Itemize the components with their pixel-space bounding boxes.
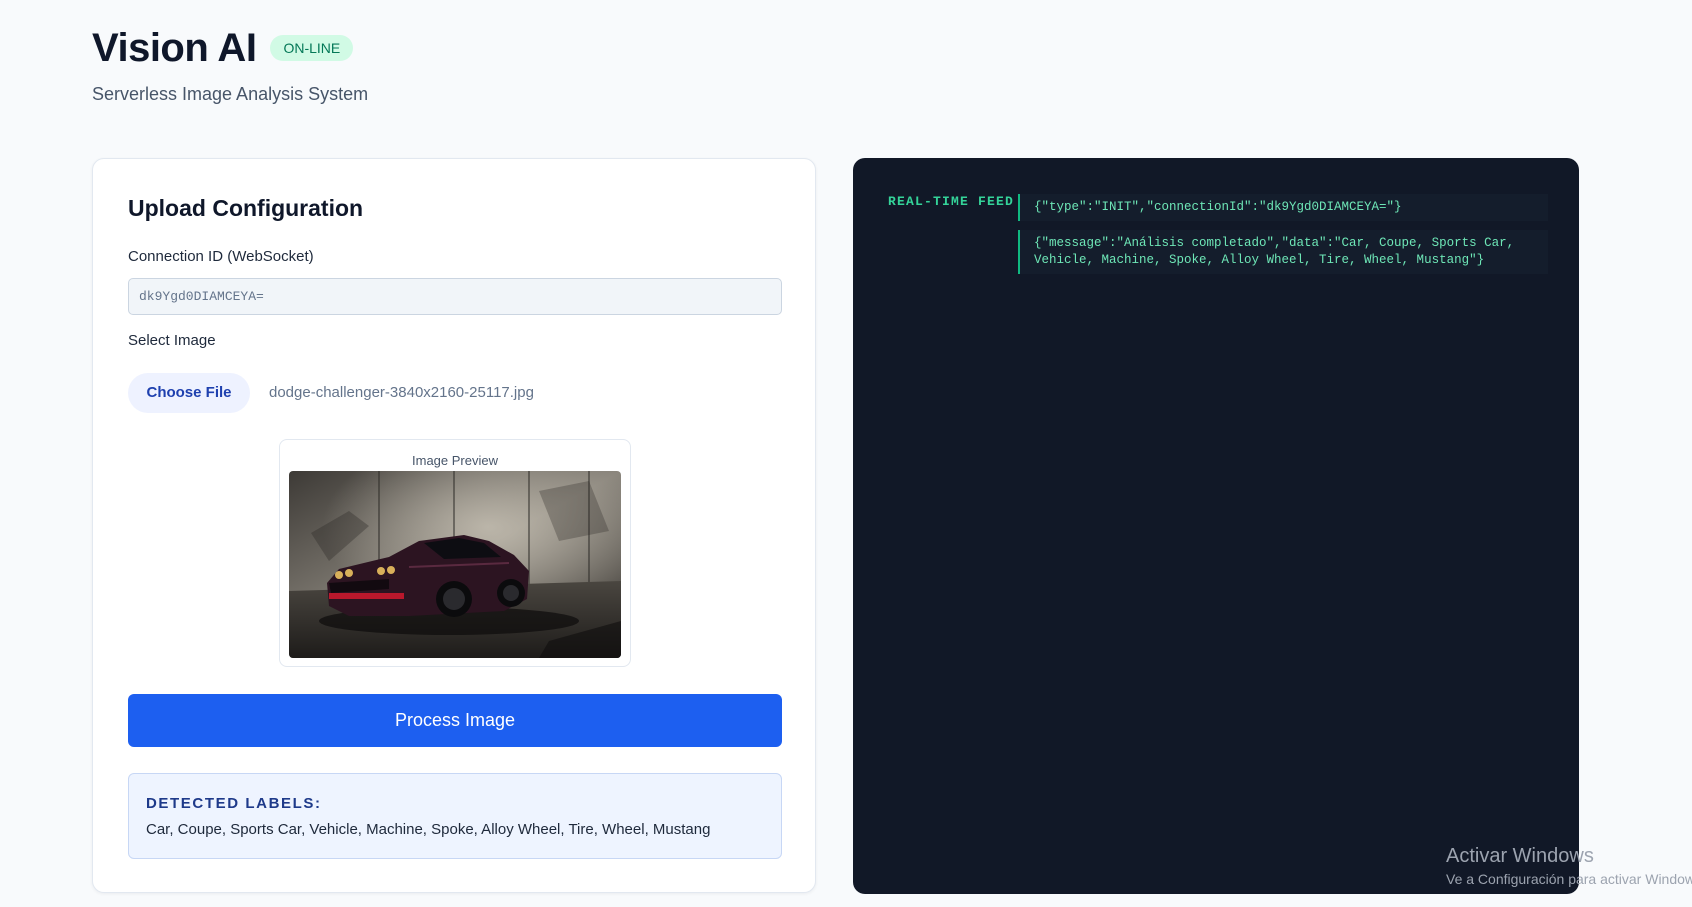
- windows-activation-title: Activar Windows: [1446, 845, 1594, 867]
- upload-configuration-card: Upload Configuration Connection ID (WebS…: [92, 158, 816, 893]
- process-image-button[interactable]: Process Image: [128, 694, 782, 747]
- selected-file-name: dodge-challenger-3840x2160-25117.jpg: [269, 384, 534, 401]
- feed-entry: {"message":"Análisis completado","data":…: [1018, 230, 1548, 274]
- page-header: Vision AI ON-LINE Serverless Image Analy…: [92, 22, 368, 105]
- real-time-feed-panel: REAL-TIME FEED {"type":"INIT","connectio…: [853, 158, 1579, 894]
- detected-labels-heading: DETECTED LABELS:: [146, 795, 322, 812]
- card-title: Upload Configuration: [128, 195, 364, 221]
- image-preview-label: Image Preview: [412, 453, 498, 468]
- select-image-label: Select Image: [128, 332, 216, 349]
- detected-labels-box: DETECTED LABELS: Car, Coupe, Sports Car,…: [128, 773, 782, 859]
- feed-title: REAL-TIME FEED: [888, 194, 1015, 209]
- connection-id-label: Connection ID (WebSocket): [128, 248, 314, 265]
- windows-activation-subtitle: Ve a Configuración para activar Windows.: [1446, 871, 1692, 887]
- title-row: Vision AI ON-LINE: [92, 22, 368, 74]
- feed-entry: {"type":"INIT","connectionId":"dk9Ygd0DI…: [1018, 194, 1548, 221]
- app-title: Vision AI: [92, 26, 257, 70]
- status-badge: ON-LINE: [270, 35, 354, 61]
- connection-id-input[interactable]: dk9Ygd0DIAMCEYA=: [128, 278, 782, 315]
- choose-file-button[interactable]: Choose File: [128, 373, 250, 413]
- detected-labels-text: Car, Coupe, Sports Car, Vehicle, Machine…: [146, 821, 711, 838]
- car-photo: [289, 471, 621, 658]
- feed-entries: {"type":"INIT","connectionId":"dk9Ygd0DI…: [1018, 194, 1548, 283]
- app-subtitle: Serverless Image Analysis System: [92, 84, 369, 104]
- image-preview: [289, 471, 621, 658]
- image-preview-box: Image Preview: [279, 439, 631, 667]
